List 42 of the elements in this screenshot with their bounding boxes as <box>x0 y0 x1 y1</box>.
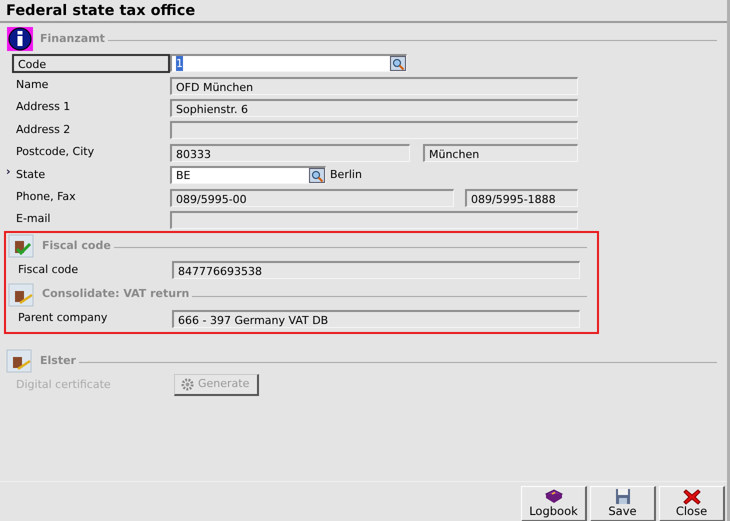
book-icon <box>542 488 564 505</box>
document-check-icon <box>6 233 36 260</box>
state-name: Berlin <box>329 166 362 183</box>
document-pen-icon <box>6 282 36 308</box>
field-label: Name <box>15 77 50 94</box>
close-button[interactable]: Close <box>659 486 725 521</box>
section-title: Finanzamt <box>39 30 106 47</box>
info-icon <box>4 26 34 52</box>
search-icon[interactable] <box>390 56 406 72</box>
input-field[interactable]: 089/5995-1888 <box>465 188 578 207</box>
section-title: Fiscal code <box>41 238 112 254</box>
input-field[interactable] <box>170 121 578 140</box>
field-label: Address 1 <box>15 99 72 116</box>
input-field[interactable]: OFD München <box>170 76 578 95</box>
field-label: Digital certificate <box>15 376 112 393</box>
window-title: Federal state tax office <box>0 0 727 23</box>
input-field[interactable]: München <box>423 144 578 162</box>
input-field[interactable]: 1 <box>170 54 407 72</box>
field-label: State <box>15 166 46 183</box>
close-icon <box>680 488 702 505</box>
row-marker: › <box>6 164 11 180</box>
document-pen-icon <box>4 348 34 374</box>
input-field[interactable]: 847776693538 <box>172 261 580 280</box>
input-field[interactable]: 80333 <box>170 144 410 162</box>
field-label: Fiscal code <box>17 262 80 278</box>
section-title: Consolidate: VAT return <box>41 286 190 302</box>
gear-icon <box>181 378 194 392</box>
field-label: Address 2 <box>15 122 72 138</box>
field-label: Phone, Fax <box>15 189 77 206</box>
input-field[interactable]: BE <box>170 166 326 184</box>
logbook-button[interactable]: Logbook <box>521 486 587 521</box>
save-button[interactable]: Save <box>590 486 656 521</box>
input-field[interactable]: 089/5995-00 <box>170 188 454 207</box>
field-label: Postcode, City <box>15 144 96 160</box>
search-icon[interactable] <box>309 168 325 184</box>
field-label: E-mail <box>15 211 52 228</box>
input-field[interactable]: 666 - 397 Germany VAT DB <box>172 310 580 328</box>
section-title: Elster <box>39 352 77 369</box>
input-field[interactable]: Sophienstr. 6 <box>170 98 578 117</box>
field-label: Code <box>12 54 170 73</box>
input-field[interactable] <box>170 210 578 229</box>
field-label: Parent company <box>17 310 108 326</box>
